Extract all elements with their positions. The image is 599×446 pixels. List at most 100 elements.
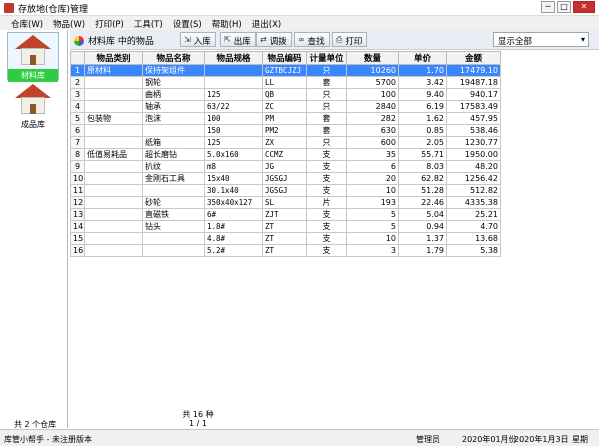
table-row[interactable]: 12 砂轮 350x40x127 SL 片 193 22.46 4335.38 [70,196,501,209]
row-index-cell: 16 [70,244,85,257]
column-header[interactable]: 数量 [346,51,399,65]
column-header[interactable]: 物品类别 [84,51,143,65]
display-filter-value: 显示全部 [498,37,533,47]
menu-items[interactable]: 物品(W) [48,16,90,30]
item-unit-cell: 套 [306,76,347,89]
binoculars-icon: ∞ [298,35,305,44]
column-header[interactable]: 单价 [398,51,447,65]
stock-out-button[interactable]: ⇱ 出库 [220,32,256,47]
table-row[interactable]: 5 包装物 泡沫 100 PM 套 282 1.62 457.95 [70,112,501,125]
item-name-cell: 钢轮 [142,76,205,89]
item-name-cell: 钻头 [142,220,205,233]
item-category-cell [84,184,143,197]
sidebar-item-label: 成品库 [21,120,45,129]
item-category-cell [84,136,143,149]
item-amount-cell: 17583.49 [446,100,501,113]
item-name-cell: 保持架组件 [142,64,205,77]
item-category-cell [84,208,143,221]
column-header[interactable]: 物品编码 [262,51,307,65]
print-button[interactable]: ⎙ 打印 [332,32,368,47]
item-code-cell: ZT [262,220,307,233]
table-row[interactable]: 10 金刚石工具 15x40 JGSGJ 支 20 62.82 1256.42 [70,172,501,185]
row-index-cell: 11 [70,184,85,197]
page-indicator: 1 / 1 [189,419,207,428]
toolbar: 材料库 中的物品 ⇲ 入库 ⇱ 出库 ⇄ 调拨 ∞ 查找 ⎙ 打印 显示全部 ▾ [70,30,599,50]
table-row[interactable]: 7 纸箱 125 ZX 只 600 2.05 1230.77 [70,136,501,149]
item-spec-cell: 63/22 [204,100,263,113]
table-header-row: 物品类别 物品名称 物品规格 物品编码 计量单位 数量 单价 金额 [70,51,501,65]
item-code-cell: JGSGJ [262,172,307,185]
item-name-cell [142,184,205,197]
sidebar-item-label: 材料库 [8,69,58,82]
table-row[interactable]: 16 5.2# ZT 支 3 1.79 5.38 [70,244,501,257]
table-row[interactable]: 4 轴承 63/22 ZC 只 2840 6.19 17583.49 [70,100,501,113]
item-price-cell: 9.40 [398,88,447,101]
table-row[interactable]: 6 150 PM2 套 630 0.85 538.46 [70,124,501,137]
table-row[interactable]: 3 曲柄 125 QB 只 100 9.40 940.17 [70,88,501,101]
item-quantity-cell: 5700 [346,76,399,89]
item-spec-cell [204,76,263,89]
transfer-label: 调拨 [269,37,287,47]
table-row[interactable]: 15 4.8# ZT 支 10 1.37 13.68 [70,232,501,245]
maximize-button[interactable]: □ [557,1,571,13]
column-header[interactable]: 金额 [446,51,501,65]
stock-in-button[interactable]: ⇲ 入库 [180,32,216,47]
house-icon [13,35,53,67]
row-index-cell: 2 [70,76,85,89]
table-row[interactable]: 1 原材料 保持架组件 GZTBCJZJ 只 10260 1.70 17479.10 [70,64,501,77]
minimize-button[interactable]: ─ [541,1,555,13]
column-header[interactable]: 物品名称 [142,51,205,65]
item-spec-cell: 125 [204,88,263,101]
display-filter-select[interactable]: 显示全部 ▾ [493,32,589,47]
item-amount-cell: 4335.38 [446,196,501,209]
table-row[interactable]: 2 钢轮 LL 套 5700 3.42 19487.18 [70,76,501,89]
menu-exit[interactable]: 退出(X) [247,16,286,30]
item-price-cell: 51.28 [398,184,447,197]
item-price-cell: 55.71 [398,148,447,161]
row-index-cell: 8 [70,148,85,161]
menu-warehouse[interactable]: 仓库(W) [6,16,48,30]
item-unit-cell: 只 [306,100,347,113]
row-index-cell: 4 [70,100,85,113]
item-quantity-cell: 6 [346,160,399,173]
close-button[interactable]: ✕ [573,1,595,13]
menu-print[interactable]: 打印(P) [90,16,129,30]
menu-bar: 仓库(W) 物品(W) 打印(P) 工具(T) 设置(S) 帮助(H) 退出(X… [0,16,599,30]
warehouse-sidebar: 材料库 成品库 共 2 个仓库 [0,30,68,429]
menu-settings[interactable]: 设置(S) [168,16,207,30]
app-logo-icon [74,35,84,46]
item-code-cell: ZJT [262,208,307,221]
item-amount-cell: 17479.10 [446,64,501,77]
transfer-button[interactable]: ⇄ 调拨 [256,32,292,47]
item-unit-cell: 支 [306,160,347,173]
item-amount-cell: 5.38 [446,244,501,257]
item-quantity-cell: 10260 [346,64,399,77]
sidebar-item-material-warehouse[interactable]: 材料库 [7,32,59,82]
item-quantity-cell: 35 [346,148,399,161]
item-code-cell: QB [262,88,307,101]
search-button[interactable]: ∞ 查找 [294,32,330,47]
menu-tools[interactable]: 工具(T) [129,16,168,30]
table-row[interactable]: 14 钻头 1.8# ZT 支 5 0.94 4.70 [70,220,501,233]
item-total: 共 16 种 [182,410,214,419]
menu-help[interactable]: 帮助(H) [207,16,247,30]
column-header[interactable]: 计量单位 [306,51,347,65]
warehouse-heading: 材料库 中的物品 [74,34,154,47]
sidebar-item-product-warehouse[interactable]: 成品库 [7,82,59,130]
item-price-cell: 3.42 [398,76,447,89]
item-category-cell: 包装物 [84,112,143,125]
column-header[interactable]: 物品规格 [204,51,263,65]
item-code-cell: PM2 [262,124,307,137]
item-unit-cell: 套 [306,112,347,125]
item-quantity-cell: 10 [346,184,399,197]
table-row[interactable]: 13 直磁铁 6# ZJT 支 5 5.04 25.21 [70,208,501,221]
column-header [70,51,85,65]
item-unit-cell: 支 [306,184,347,197]
table-row[interactable]: 11 30.1x40 JGSGJ 支 10 51.28 512.82 [70,184,501,197]
item-quantity-cell: 600 [346,136,399,149]
table-row[interactable]: 9 扒纹 m8 JG 支 6 8.03 48.20 [70,160,501,173]
item-code-cell: SL [262,196,307,209]
item-price-cell: 0.85 [398,124,447,137]
table-row[interactable]: 8 低值易耗品 超长磨钻 5.0x160 CCMZ 支 35 55.71 1950.00 [70,148,501,161]
item-quantity-cell: 282 [346,112,399,125]
